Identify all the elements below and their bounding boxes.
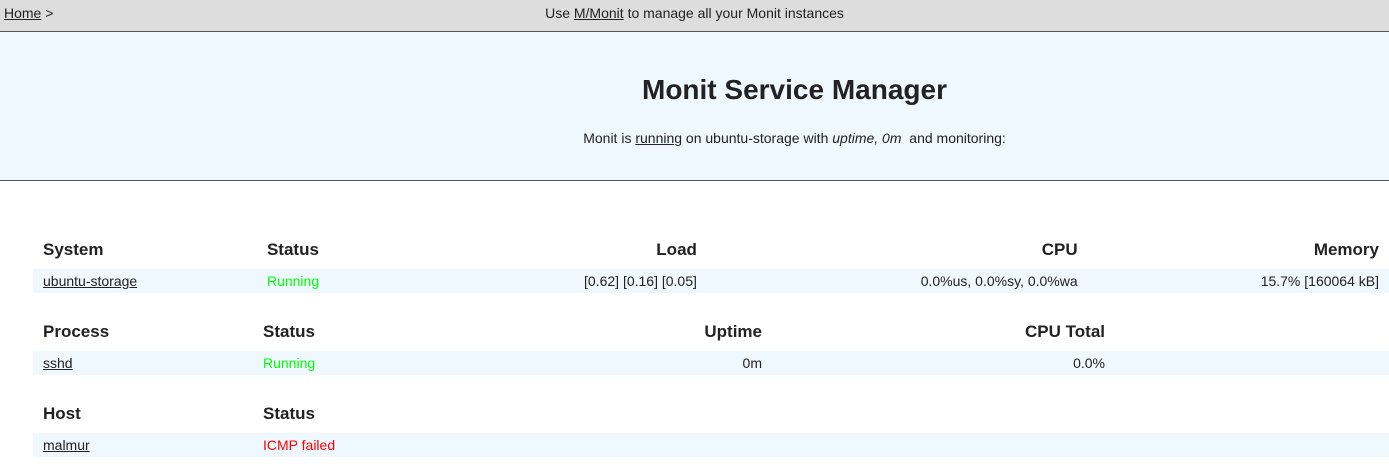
load-column-header: Load (656, 240, 697, 259)
note-suffix: to manage all your Monit instances (627, 5, 844, 21)
page-header: Monit Service Manager Monit is running o… (0, 32, 1389, 181)
note-prefix: Use (545, 5, 570, 21)
uptime-value: 0m (453, 351, 772, 375)
status-badge: Running (256, 269, 461, 293)
cpu-value: 0.0%us, 0.0%sy, 0.0%wa (706, 269, 1088, 293)
memory-value: 15.7% [160064 kB] (1087, 269, 1389, 293)
cpu-column-header: CPU (1041, 240, 1078, 259)
process-table: Process Status Uptime CPU Total sshd Run… (33, 313, 1389, 375)
system-link[interactable]: ubuntu-storage (43, 273, 137, 289)
monit-status-line: Monit is running on ubuntu-storage with … (0, 130, 1389, 146)
process-link[interactable]: sshd (43, 355, 73, 371)
mmonit-note: Use M/Monit to manage all your Monit ins… (0, 5, 1389, 21)
top-bar: Home > Use M/Monit to manage all your Mo… (0, 0, 1389, 32)
cpu-total-value: 0.0% (772, 351, 1115, 375)
status-badge: ICMP failed (253, 433, 1389, 457)
status-badge: Running (253, 351, 453, 375)
process-table-header-row: Process Status Uptime CPU Total (33, 313, 1389, 351)
page-title: Monit Service Manager (642, 74, 947, 105)
system-column-header: System (43, 240, 104, 259)
host-name-cell: malmur (33, 433, 253, 457)
host-column-header: Host (43, 404, 81, 423)
host-table-header-row: Host Status (33, 395, 1389, 433)
host-link[interactable]: malmur (43, 437, 90, 453)
mmonit-link[interactable]: M/Monit (574, 5, 624, 21)
process-column-header: Process (43, 322, 110, 341)
status-column-header: Status (263, 322, 315, 341)
status-prefix: Monit is (583, 130, 632, 146)
table-row: sshd Running 0m 0.0% (33, 351, 1389, 375)
system-table-header-row: System Status Load CPU Memory (33, 231, 1389, 269)
status-uptime: uptime, 0m (832, 130, 902, 146)
status-suffix: and monitoring: (909, 130, 1006, 146)
status-column-header: Status (263, 404, 315, 423)
uptime-column-header: Uptime (704, 322, 762, 341)
table-row: ubuntu-storage Running [0.62] [0.16] [0.… (33, 269, 1389, 293)
system-name-cell: ubuntu-storage (33, 269, 257, 293)
process-name-cell: sshd (33, 351, 253, 375)
status-host: on ubuntu-storage with (685, 130, 829, 146)
memory-column-header: Memory (1313, 240, 1379, 259)
host-table: Host Status malmur ICMP failed (33, 395, 1389, 457)
running-link[interactable]: running (635, 130, 682, 146)
cpu-total-column-header: CPU Total (1025, 322, 1105, 341)
empty-column-header (1115, 313, 1389, 351)
load-value: [0.62] [0.16] [0.05] (460, 269, 707, 293)
system-table: System Status Load CPU Memory ubuntu-sto… (33, 231, 1389, 293)
status-column-header: Status (266, 240, 319, 259)
table-row: malmur ICMP failed (33, 433, 1389, 457)
empty-cell (1115, 351, 1389, 375)
